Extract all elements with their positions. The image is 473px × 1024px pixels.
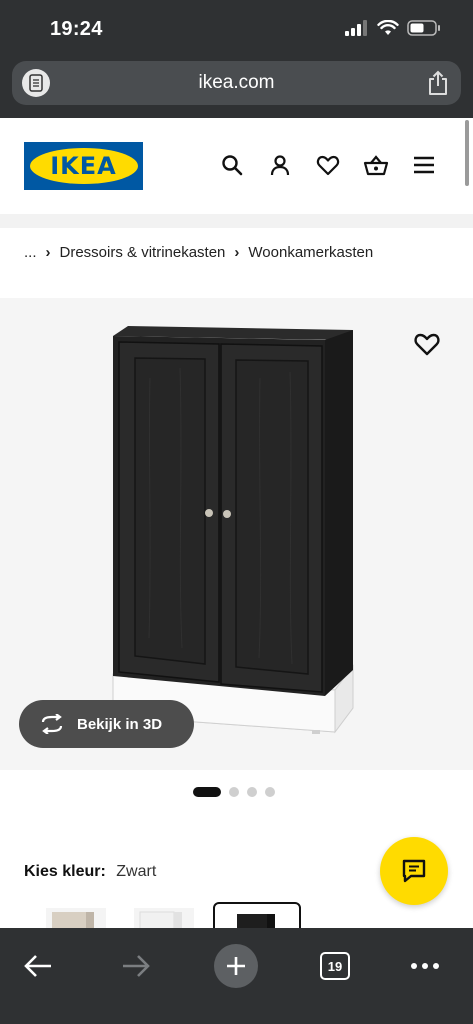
browser-toolbar: 19 [0, 928, 473, 1024]
header-actions [219, 152, 437, 178]
back-button[interactable] [10, 938, 66, 994]
more-dots-icon [411, 963, 439, 969]
save-to-wishlist-heart-icon[interactable] [413, 330, 441, 358]
carousel-dot-active[interactable] [193, 787, 221, 797]
view-in-3d-label: Bekijk in 3D [77, 715, 163, 733]
status-icons [345, 20, 441, 36]
breadcrumb: ... › Dressoirs & vitrinekasten › Woonka… [24, 244, 373, 261]
more-options-button[interactable] [397, 938, 453, 994]
tab-count: 19 [320, 952, 350, 980]
breadcrumb-item[interactable]: Dressoirs & vitrinekasten [60, 244, 226, 261]
arrow-right-icon [123, 955, 150, 977]
carousel-dot[interactable] [265, 787, 275, 797]
chevron-right-icon: › [234, 244, 240, 261]
cellular-signal-icon [345, 20, 367, 36]
address-bar[interactable]: ikea.com [12, 61, 461, 105]
site-header: IKEA [0, 118, 473, 214]
logo-oval: IKEA [29, 148, 138, 184]
breadcrumb-ellipsis[interactable]: ... [24, 244, 37, 261]
selected-colour-value: Zwart [116, 863, 157, 880]
ikea-logo[interactable]: IKEA [24, 142, 143, 190]
arrow-left-icon [24, 955, 51, 977]
chevron-right-icon: › [45, 244, 51, 261]
view-in-3d-button[interactable]: Bekijk in 3D [19, 700, 194, 748]
carousel-dot[interactable] [247, 787, 257, 797]
tabs-button[interactable]: 19 [307, 938, 363, 994]
scrollbar-thumb[interactable] [465, 120, 469, 186]
header-divider [0, 214, 473, 228]
browser-chrome: 19:24 ikea.com [0, 0, 473, 118]
url-text[interactable]: ikea.com [12, 72, 461, 94]
status-time: 19:24 [50, 18, 103, 40]
chat-button[interactable] [380, 837, 448, 905]
choose-colour-label: Kies kleur: [24, 863, 106, 880]
carousel-dot[interactable] [229, 787, 239, 797]
search-icon[interactable] [219, 152, 245, 178]
colour-selector-label: Kies kleur: Zwart [24, 863, 156, 881]
wifi-icon [377, 20, 399, 35]
share-icon[interactable] [427, 70, 449, 96]
forward-button[interactable] [108, 938, 164, 994]
chat-bubble-icon [402, 859, 426, 883]
battery-icon [407, 20, 440, 36]
rotate-3d-icon [41, 714, 63, 734]
logo-text: IKEA [50, 152, 117, 180]
plus-icon [214, 944, 258, 988]
carousel-indicator [193, 787, 275, 797]
basket-icon[interactable] [363, 152, 389, 178]
breadcrumb-item[interactable]: Woonkamerkasten [248, 244, 373, 261]
user-icon[interactable] [267, 152, 293, 178]
wishlist-heart-icon[interactable] [315, 152, 341, 178]
menu-icon[interactable] [411, 152, 437, 178]
new-tab-button[interactable] [208, 938, 264, 994]
